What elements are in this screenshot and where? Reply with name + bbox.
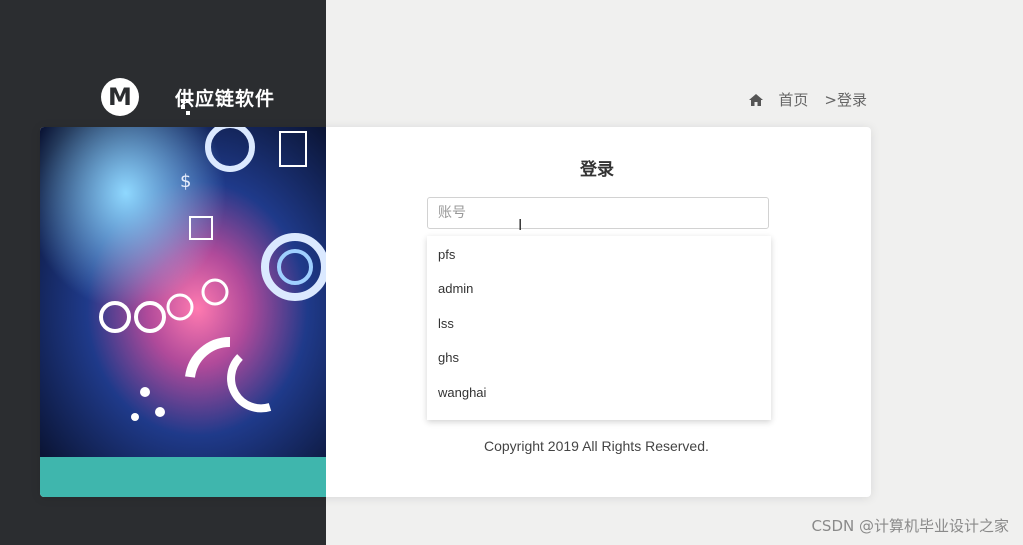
breadcrumb: 首页 >登录 xyxy=(748,89,867,110)
logo-mark-icon: M xyxy=(101,78,139,116)
autocomplete-option[interactable]: pfs xyxy=(427,238,771,272)
copyright-text: Copyright 2019 All Rights Reserved. xyxy=(484,438,709,454)
breadcrumb-current: >登录 xyxy=(824,91,867,109)
accent-strip xyxy=(40,457,326,497)
autocomplete-option[interactable]: wanghai xyxy=(427,376,771,410)
autocomplete-option[interactable]: admin xyxy=(427,272,771,306)
account-autocomplete-dropdown: pfs admin lss ghs wanghai xyxy=(427,236,771,420)
breadcrumb-home-link[interactable]: 首页 xyxy=(778,89,808,110)
watermark: CSDN @计算机毕业设计之家 xyxy=(811,517,1009,535)
text-cursor-icon: I xyxy=(518,216,523,234)
login-title: 登录 xyxy=(580,160,614,180)
svg-text:$: $ xyxy=(180,171,191,192)
autocomplete-option[interactable]: ghs xyxy=(427,341,771,375)
account-input[interactable] xyxy=(427,197,769,229)
tech-illustration: $ xyxy=(40,127,326,457)
logo-dots-icon xyxy=(181,97,191,117)
home-icon[interactable] xyxy=(748,92,764,108)
login-card: $ 登录 I pfs admin lss ghs wanghai Copyrig… xyxy=(40,127,871,497)
autocomplete-option[interactable]: lss xyxy=(427,307,771,341)
brand-logo: M 供应链软件 xyxy=(101,78,275,116)
